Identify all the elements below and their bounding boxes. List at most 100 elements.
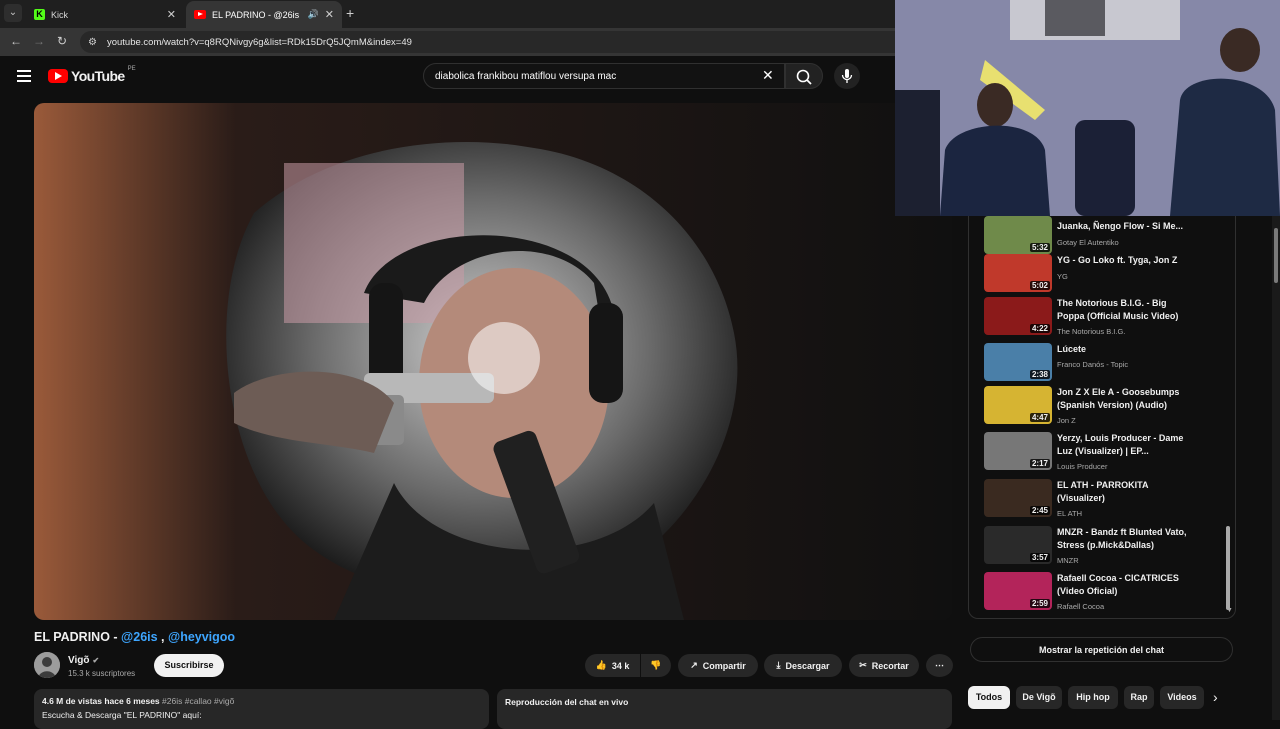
playlist-item[interactable]: 4:22 The Notorious B.I.G. - Big Poppa (O… [984,297,1224,337]
more-icon: ⋯ [935,660,944,670]
show-chat-replay-button[interactable]: Mostrar la repetición del chat [970,637,1233,662]
share-icon: ↗ [690,660,698,670]
reload-icon[interactable]: ↻ [57,34,67,48]
channel-name: Gotay El Autentiko [1057,238,1119,247]
playlist-scrollbar[interactable] [1226,526,1230,610]
description-box[interactable]: 4.6 M de vistas hace 6 meses #26is #call… [34,689,489,729]
chip-all[interactable]: Todos [968,686,1010,709]
chip-from-channel[interactable]: De Vigõ [1016,686,1062,709]
video-title: Jon Z X Ele A - Goosebumps (Spanish Vers… [1057,387,1180,410]
channel-name: Rafaell Cocoa [1057,602,1105,611]
views-time-text: 4.6 M de vistas hace 6 meses [42,696,160,706]
playlist-item[interactable]: 2:59 Rafaell Cocoa - CICATRICES (Video O… [984,572,1224,612]
duration-badge: 2:17 [1029,459,1050,468]
duration-badge: 2:59 [1029,599,1050,608]
channel-name-text: Vigõ [68,655,90,666]
playlist-item[interactable]: 3:57 MNZR - Bandz ft Blunted Vato, Stres… [984,526,1224,566]
webcam-image [895,0,1280,216]
download-button[interactable]: ⤓ Descargar [764,654,842,677]
chat-replay-title: Reproducción del chat en vivo [505,697,629,707]
dislike-button[interactable]: 👎 [641,654,671,677]
menu-icon[interactable] [17,70,31,82]
site-info-icon[interactable]: ⚙ [88,37,97,48]
share-label: Compartir [702,660,746,671]
playlist-item[interactable]: 5:32 Juanka, Ñengo Flow - Si Me... Gotay… [984,216,1224,256]
back-icon[interactable]: ← [10,34,22,48]
duration-badge: 5:32 [1029,243,1050,252]
forward-icon[interactable]: → [33,34,45,48]
search-input[interactable]: diabolica frankibou matiflou versupa mac [423,63,785,89]
avatar[interactable] [34,652,60,678]
channel-name[interactable]: Vigõ ✔ [68,655,99,666]
thumbs-up-icon: 👍 [595,660,607,670]
youtube-favicon-icon [194,10,206,19]
channel-name: EL ATH [1057,509,1083,518]
subscribe-button[interactable]: Suscribirse [154,654,224,677]
playlist-item[interactable]: 2:17 Yerzy, Louis Producer - Dame Luz (V… [984,432,1224,472]
url-text: youtube.com/watch?v=q8RQNivgy6g&list=RDk… [106,36,412,48]
video-title: Juanka, Ñengo Flow - Si Me... [1057,221,1184,231]
chevron-right-icon[interactable]: › [1213,689,1218,705]
clip-button[interactable]: ✂ Recortar [849,654,919,677]
chip-hip-hop[interactable]: Hip hop [1068,686,1118,709]
chip-rap[interactable]: Rap [1124,686,1154,709]
hashtags[interactable]: #26is #callao #vigõ [162,696,234,706]
video-title: MNZR - Bandz ft Blunted Vato, Stress (p.… [1057,527,1187,550]
video-title: EL PADRINO - @26is , @heyvigoo [34,630,235,644]
share-button[interactable]: ↗ Compartir [678,654,758,677]
duration-badge: 2:45 [1029,506,1050,515]
duration-badge: 2:38 [1029,370,1050,379]
close-tab-icon[interactable]: ✕ [167,8,176,21]
description-line: Escucha & Descarga "EL PADRINO" aquí: [42,710,202,720]
playlist-item[interactable]: 4:47 Jon Z X Ele A - Goosebumps (Spanish… [984,386,1224,426]
speaker-icon[interactable]: 🔊 [308,9,319,20]
video-thumbnail: 4:47 [984,386,1052,424]
tab-kick[interactable]: K Kick ✕ [26,1,184,28]
video-thumbnail: 5:32 [984,216,1052,254]
clear-search-icon[interactable]: ✕ [762,67,774,84]
tab-search-button[interactable]: ⌄ [4,4,22,22]
video-title: The Notorious B.I.G. - Big Poppa (Offici… [1057,298,1179,321]
like-button[interactable]: 👍 34 k [585,654,640,677]
search-icon [796,69,812,85]
tab-title: EL PADRINO - @26is , @he [212,9,302,20]
microphone-icon [841,69,853,83]
playlist-item[interactable]: 2:45 EL ATH - PARROKITA (Visualizer) EL … [984,479,1224,519]
channel-name: Louis Producer [1057,462,1108,471]
video-title: Lúcete [1057,344,1087,354]
close-tab-icon[interactable]: ✕ [325,8,334,21]
page-scrollbar[interactable] [1272,216,1280,720]
chip-videos[interactable]: Videos [1160,686,1204,709]
youtube-header: YouTube PE diabolica frankibou matiflou … [0,56,895,100]
video-title: Yerzy, Louis Producer - Dame Luz (Visual… [1057,433,1184,456]
new-tab-icon[interactable]: + [346,5,354,21]
tab-youtube[interactable]: EL PADRINO - @26is , @he 🔊 ✕ [186,1,342,28]
webcam-overlay [895,0,1280,216]
scrollbar-thumb[interactable] [1274,228,1278,283]
thumbs-down-icon: 👎 [650,660,662,670]
mention-link[interactable]: @heyvigoo [168,630,235,644]
voice-search-button[interactable] [834,63,860,89]
video-title: EL ATH - PARROKITA (Visualizer) [1057,480,1149,503]
scroll-down-icon[interactable]: ▼ [1226,607,1233,614]
video-player[interactable] [34,103,952,620]
country-code: PE [127,66,136,72]
playlist-item[interactable]: 5:02 YG - Go Loko ft. Tyga, Jon Z YG [984,254,1224,294]
channel-name: YG [1057,272,1068,281]
video-title: Rafaell Cocoa - CICATRICES (Video Oficia… [1057,573,1179,596]
search-button[interactable] [785,63,823,89]
browser-tab-bar: ⌄ K Kick ✕ EL PADRINO - @26is , @he 🔊 ✕ … [0,0,895,28]
kick-favicon-icon: K [34,9,45,20]
mention-link[interactable]: @26is [121,630,158,644]
verified-icon: ✔ [92,656,100,665]
download-icon: ⤓ [776,660,781,670]
playlist-item[interactable]: 2:38 Lúcete Franco Danós - Topic [984,343,1224,383]
url-field[interactable]: ⚙ youtube.com/watch?v=q8RQNivgy6g&list=R… [80,31,895,53]
video-thumbnail: 2:17 [984,432,1052,470]
channel-name: Jon Z [1057,416,1076,425]
duration-badge: 4:22 [1029,324,1050,333]
channel-name: The Notorious B.I.G. [1057,327,1126,336]
youtube-logo[interactable]: YouTube PE [48,66,136,84]
views-and-date: 4.6 M de vistas hace 6 meses #26is #call… [42,696,481,706]
more-actions-button[interactable]: ⋯ [926,654,953,677]
